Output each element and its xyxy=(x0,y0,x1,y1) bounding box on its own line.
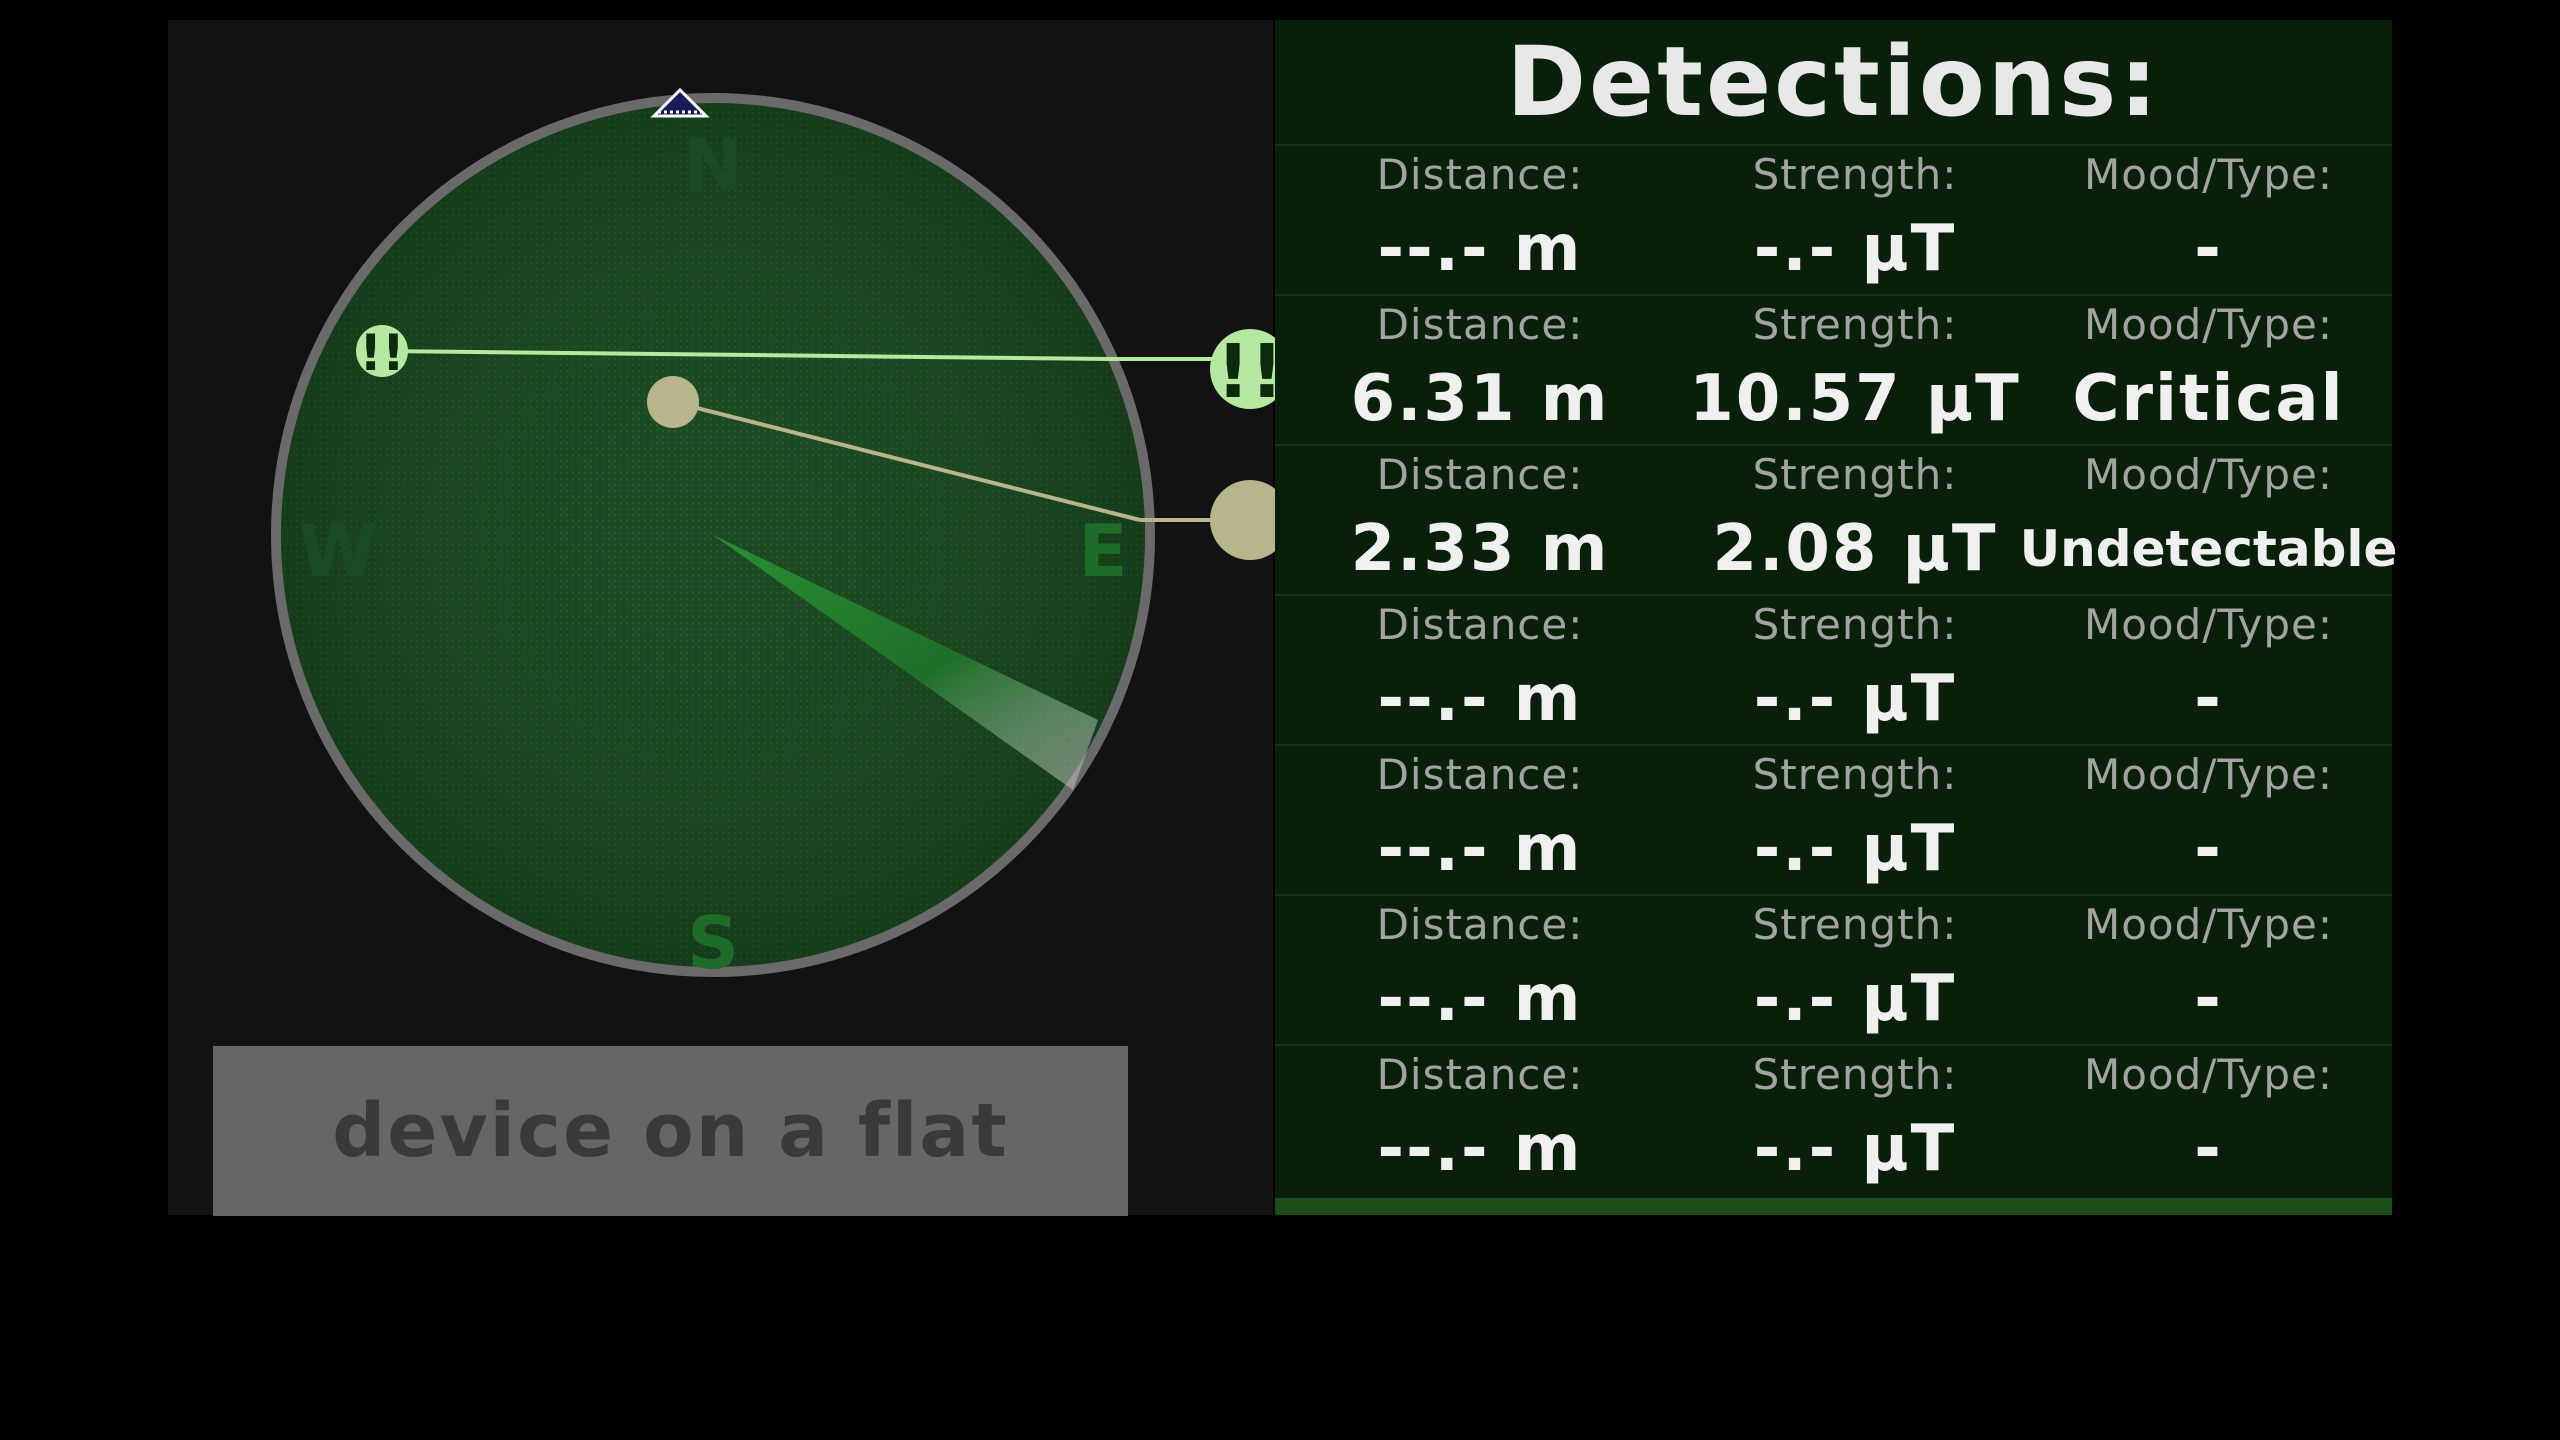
detection-row: Distance: --.- m Strength: -.- μT Mood/Type:… xyxy=(1275,144,2392,294)
mood-value: - xyxy=(2194,961,2223,1036)
strength-label: Strength: xyxy=(1752,150,1958,200)
distance-value: --.- m xyxy=(1377,1111,1583,1186)
strength-label: Strength: xyxy=(1752,450,1958,500)
distance-label: Distance: xyxy=(1376,1050,1584,1100)
mood-cell: Mood/Type: - xyxy=(2025,596,2392,744)
distance-cell: Distance: --.- m xyxy=(1275,146,1685,294)
calibrate-button[interactable]: device on a flat xyxy=(213,1046,1128,1216)
mood-cell: Mood/Type: - xyxy=(2025,146,2392,294)
mood-value: Critical xyxy=(2072,361,2345,436)
strength-cell: Strength: 2.08 μT xyxy=(1685,446,2025,594)
distance-value: 2.33 m xyxy=(1350,511,1610,586)
compass-north: N xyxy=(683,123,743,207)
strength-label: Strength: xyxy=(1752,300,1958,350)
detection-row: Distance: --.- m Strength: -.- μT Mood/Type:… xyxy=(1275,594,2392,744)
mood-label: Mood/Type: xyxy=(2083,150,2334,200)
compass-south: S xyxy=(687,901,739,985)
distance-value: --.- m xyxy=(1377,961,1583,1036)
strength-value: 2.08 μT xyxy=(1712,511,1998,586)
radar-panel: N S E W !! !! device on a flat xyxy=(168,20,1290,1216)
mood-cell: Mood/Type: Critical xyxy=(2025,296,2392,444)
strength-cell: Strength: -.- μT xyxy=(1685,596,2025,744)
distance-cell: Distance: --.- m xyxy=(1275,746,1685,894)
panel-bottom-strip xyxy=(1275,1198,2392,1215)
mood-label: Mood/Type: xyxy=(2083,450,2334,500)
svg-text:!!: !! xyxy=(1216,329,1284,415)
mood-value: - xyxy=(2194,211,2223,286)
distance-label: Distance: xyxy=(1376,600,1584,650)
mood-value: Undetectable xyxy=(2019,519,2398,578)
detection-row: Distance: --.- m Strength: -.- μT Mood/Type:… xyxy=(1275,894,2392,1044)
mood-cell: Mood/Type: - xyxy=(2025,896,2392,1044)
strength-value: 10.57 μT xyxy=(1689,361,2021,436)
mood-label: Mood/Type: xyxy=(2083,600,2334,650)
strength-value: -.- μT xyxy=(1753,811,1957,886)
distance-cell: Distance: --.- m xyxy=(1275,596,1685,744)
mood-label: Mood/Type: xyxy=(2083,1050,2334,1100)
svg-text:!!: !! xyxy=(359,324,405,382)
distance-label: Distance: xyxy=(1376,750,1584,800)
distance-cell: Distance: --.- m xyxy=(1275,896,1685,1044)
strength-value: -.- μT xyxy=(1753,211,1957,286)
strength-cell: Strength: 10.57 μT xyxy=(1685,296,2025,444)
strength-value: -.- μT xyxy=(1753,1111,1957,1186)
strength-label: Strength: xyxy=(1752,750,1958,800)
mood-cell: Mood/Type: Undetectable xyxy=(2020,446,2398,594)
compass-west: W xyxy=(298,509,377,593)
detections-title: Detections: xyxy=(1506,26,2161,138)
mood-label: Mood/Type: xyxy=(2083,750,2334,800)
mood-label: Mood/Type: xyxy=(2083,900,2334,950)
distance-value: 6.31 m xyxy=(1350,361,1610,436)
strength-cell: Strength: -.- μT xyxy=(1685,746,2025,894)
distance-cell: Distance: 6.31 m xyxy=(1275,296,1685,444)
mood-value: - xyxy=(2194,811,2223,886)
distance-label: Distance: xyxy=(1376,450,1584,500)
detection-row: Distance: --.- m Strength: -.- μT Mood/Type:… xyxy=(1275,744,2392,894)
critical-blip: !! xyxy=(356,324,408,382)
strength-label: Strength: xyxy=(1752,900,1958,950)
strength-label: Strength: xyxy=(1752,1050,1958,1100)
strength-value: -.- μT xyxy=(1753,961,1957,1036)
strength-cell: Strength: -.- μT xyxy=(1685,896,2025,1044)
detection-row: Distance: 6.31 m Strength: 10.57 μT Mood/Typ… xyxy=(1275,294,2392,444)
distance-value: --.- m xyxy=(1377,661,1583,736)
compass-east: E xyxy=(1078,509,1127,593)
distance-value: --.- m xyxy=(1377,811,1583,886)
mood-value: - xyxy=(2194,661,2223,736)
distance-cell: Distance: 2.33 m xyxy=(1275,446,1685,594)
distance-label: Distance: xyxy=(1376,150,1584,200)
radar: N S E W !! !! xyxy=(271,87,1290,985)
mood-value: - xyxy=(2194,1111,2223,1186)
strength-value: -.- μT xyxy=(1753,661,1957,736)
strength-cell: Strength: -.- μT xyxy=(1685,146,2025,294)
distance-cell: Distance: --.- m xyxy=(1275,1046,1685,1194)
detections-panel: Detections: Distance: --.- m Strength: -.- … xyxy=(1275,20,2398,1215)
strength-cell: Strength: -.- μT xyxy=(1685,1046,2025,1194)
mood-label: Mood/Type: xyxy=(2083,300,2334,350)
distance-label: Distance: xyxy=(1376,900,1584,950)
distance-value: --.- m xyxy=(1377,211,1583,286)
calibrate-button-label: device on a flat xyxy=(332,1088,1009,1174)
distance-label: Distance: xyxy=(1376,300,1584,350)
strength-label: Strength: xyxy=(1752,600,1958,650)
mood-cell: Mood/Type: - xyxy=(2025,746,2392,894)
undetectable-blip xyxy=(647,376,699,428)
detection-row: Distance: --.- m Strength: -.- μT Mood/Type:… xyxy=(1275,1044,2392,1194)
mood-cell: Mood/Type: - xyxy=(2025,1046,2392,1194)
detection-row: Distance: 2.33 m Strength: 2.08 μT Mood/Type… xyxy=(1275,444,2398,594)
